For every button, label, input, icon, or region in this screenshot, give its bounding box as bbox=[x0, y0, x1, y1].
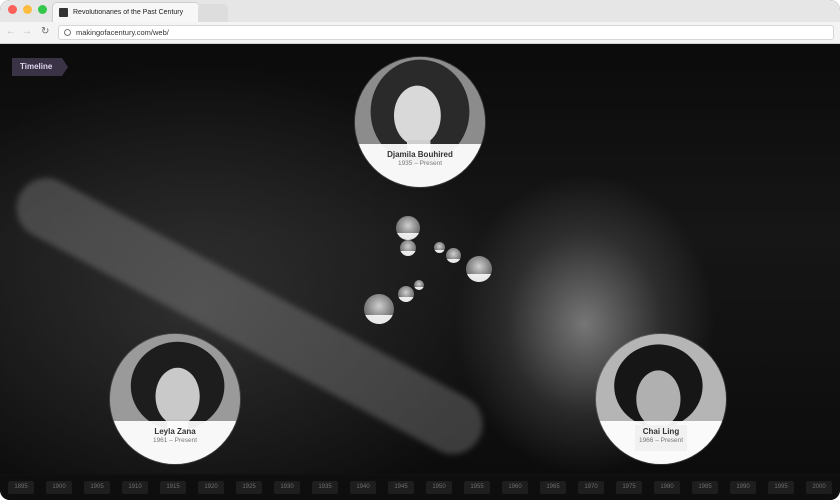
address-bar[interactable]: makingofacentury.com/web/ bbox=[58, 25, 834, 40]
year-marker[interactable]: 1970 bbox=[578, 481, 604, 494]
person-caption: Djamila Bouhired 1935 – Present bbox=[355, 144, 485, 187]
person-bubble[interactable] bbox=[400, 240, 416, 256]
year-marker[interactable]: 1895 bbox=[8, 481, 34, 494]
back-arrow-icon[interactable]: ← bbox=[6, 26, 16, 37]
year-marker[interactable]: 1910 bbox=[122, 481, 148, 494]
year-marker[interactable]: 1950 bbox=[426, 481, 452, 494]
year-marker[interactable]: 1900 bbox=[46, 481, 72, 494]
year-marker[interactable]: 1960 bbox=[502, 481, 528, 494]
year-marker[interactable]: 2000 bbox=[806, 481, 832, 494]
year-marker[interactable]: 1980 bbox=[654, 481, 680, 494]
title-bar: Revolutionaries of the Past Century bbox=[0, 0, 840, 22]
year-marker[interactable]: 1990 bbox=[730, 481, 756, 494]
year-marker[interactable]: 1905 bbox=[84, 481, 110, 494]
year-marker[interactable]: 1925 bbox=[236, 481, 262, 494]
year-marker[interactable]: 1995 bbox=[768, 481, 794, 494]
close-window-button[interactable] bbox=[8, 5, 17, 14]
person-card-zana[interactable]: Leyla Zana 1961 – Present bbox=[110, 334, 240, 464]
info-icon bbox=[64, 29, 71, 36]
new-tab-button[interactable] bbox=[198, 4, 228, 22]
person-card-chai-ling[interactable]: Chai Ling 1966 – Present bbox=[596, 334, 726, 464]
person-bubble[interactable] bbox=[364, 294, 394, 324]
zoom-window-button[interactable] bbox=[38, 5, 47, 14]
window-controls bbox=[8, 5, 47, 14]
year-marker[interactable]: 1965 bbox=[540, 481, 566, 494]
url-text: makingofacentury.com/web/ bbox=[76, 28, 169, 37]
year-marker[interactable]: 1940 bbox=[350, 481, 376, 494]
year-marker[interactable]: 1985 bbox=[692, 481, 718, 494]
browser-toolbar: ← → ↻ makingofacentury.com/web/ bbox=[0, 22, 840, 44]
year-marker[interactable]: 1915 bbox=[160, 481, 186, 494]
person-name: Leyla Zana bbox=[154, 427, 196, 437]
person-bubble[interactable] bbox=[446, 248, 461, 263]
person-bubble[interactable] bbox=[396, 216, 420, 240]
year-scale[interactable]: 1895 1900 1905 1910 1915 1920 1925 1930 1935 1940… bbox=[0, 475, 840, 500]
person-bubble[interactable] bbox=[434, 242, 445, 253]
year-marker[interactable]: 1945 bbox=[388, 481, 414, 494]
year-marker[interactable]: 1920 bbox=[198, 481, 224, 494]
person-years: 1966 – Present bbox=[638, 437, 684, 445]
browser-window: Revolutionaries of the Past Century ← → … bbox=[0, 0, 840, 500]
timeline-button[interactable]: Timeline bbox=[12, 58, 69, 76]
year-marker[interactable]: 1935 bbox=[312, 481, 338, 494]
person-years: 1961 – Present bbox=[152, 437, 198, 445]
person-caption: Chai Ling 1966 – Present bbox=[596, 421, 726, 464]
minimize-window-button[interactable] bbox=[23, 5, 32, 14]
year-marker[interactable]: 1975 bbox=[616, 481, 642, 494]
year-marker[interactable]: 1930 bbox=[274, 481, 300, 494]
person-card-bouhired[interactable]: Djamila Bouhired 1935 – Present bbox=[355, 57, 485, 187]
person-bubble[interactable] bbox=[414, 280, 424, 290]
person-name: Djamila Bouhired bbox=[387, 150, 453, 160]
tab-title: Revolutionaries of the Past Century bbox=[73, 9, 184, 16]
favicon-icon bbox=[59, 8, 68, 17]
person-caption: Leyla Zana 1961 – Present bbox=[110, 421, 240, 464]
reload-icon[interactable]: ↻ bbox=[41, 26, 49, 37]
browser-tab[interactable]: Revolutionaries of the Past Century bbox=[52, 2, 200, 22]
person-bubble[interactable] bbox=[398, 286, 414, 302]
forward-arrow-icon[interactable]: → bbox=[22, 26, 32, 37]
timeline-viewport[interactable]: Timeline Djamila Bouhired 1935 – Present bbox=[0, 44, 840, 474]
person-years: 1935 – Present bbox=[397, 160, 443, 168]
person-name: Chai Ling bbox=[642, 427, 680, 437]
background-photo bbox=[5, 167, 494, 465]
person-bubble[interactable] bbox=[466, 256, 492, 282]
year-marker[interactable]: 1955 bbox=[464, 481, 490, 494]
